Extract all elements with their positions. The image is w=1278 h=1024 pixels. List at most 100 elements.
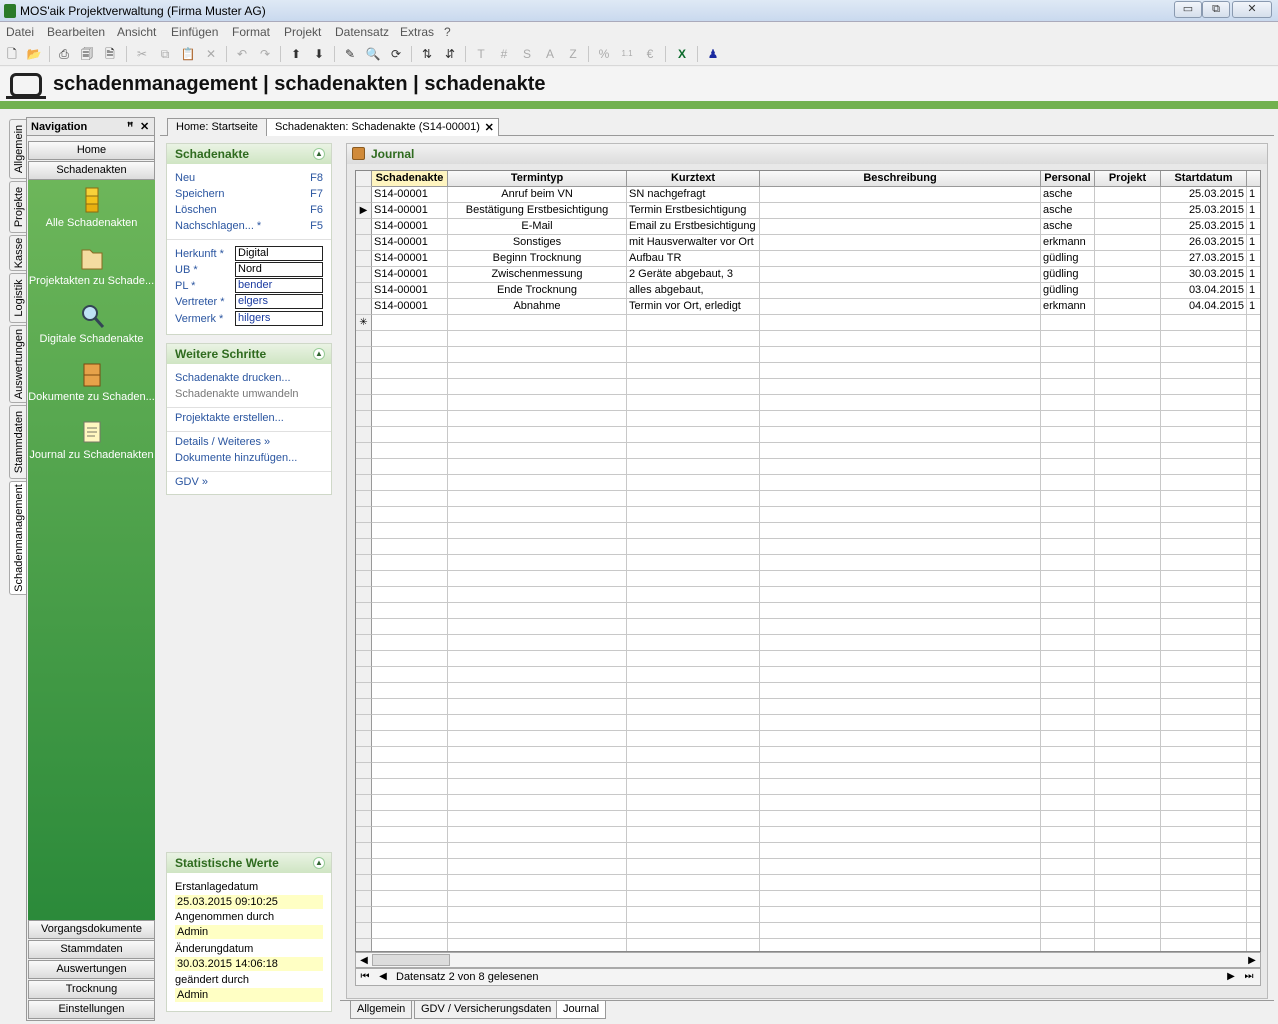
empty-cell[interactable] [760,491,1041,507]
empty-cell[interactable] [760,667,1041,683]
delete-icon[interactable]: ✕ [202,45,220,63]
table-cell[interactable]: Aufbau TR [627,251,760,267]
action-loeschen[interactable]: Löschen [175,204,217,216]
empty-cell[interactable] [1247,715,1260,731]
empty-cell[interactable] [627,571,760,587]
table-cell[interactable]: Email zu Erstbesichtigung [627,219,760,235]
empty-cell[interactable] [1041,507,1095,523]
empty-cell[interactable] [1161,907,1247,923]
empty-cell[interactable] [1041,315,1095,331]
nav-auswertungen-button[interactable]: Auswertungen [28,960,155,979]
last-record-icon[interactable]: ⏭ [1242,970,1256,984]
empty-cell[interactable] [1161,699,1247,715]
row-indicator[interactable] [356,667,372,683]
empty-cell[interactable] [1247,587,1260,603]
letter-s-icon[interactable]: S [518,45,536,63]
row-indicator[interactable] [356,187,372,203]
empty-cell[interactable] [760,619,1041,635]
empty-cell[interactable] [1247,843,1260,859]
empty-cell[interactable] [1247,923,1260,939]
empty-cell[interactable] [1247,635,1260,651]
table-cell[interactable]: 03.04.2015 [1161,283,1247,299]
row-indicator[interactable] [356,619,372,635]
empty-cell[interactable] [1095,411,1161,427]
empty-cell[interactable] [1041,747,1095,763]
journal-grid[interactable]: Schadenakte Termintyp Kurztext Beschreibung… [355,170,1261,952]
table-cell[interactable] [1095,203,1161,219]
empty-cell[interactable] [372,331,448,347]
column-header[interactable]: Termintyp [448,171,627,187]
row-indicator[interactable] [356,795,372,811]
link-projektakte-erstellen[interactable]: Projektakte erstellen... [175,412,284,424]
empty-cell[interactable] [1161,859,1247,875]
empty-cell[interactable] [1095,715,1161,731]
empty-cell[interactable] [372,699,448,715]
table-cell[interactable]: S14-00001 [372,283,448,299]
nav-schadenakten-button[interactable]: Schadenakten [28,161,155,180]
table-cell[interactable]: 1 [1247,299,1260,315]
nav-item-dokumente[interactable]: Dokumente zu Schaden... [28,360,155,403]
search-icon[interactable]: 🔍 [364,45,382,63]
table-cell[interactable]: Anruf beim VN [448,187,627,203]
empty-cell[interactable] [1161,715,1247,731]
empty-cell[interactable] [448,315,627,331]
table-cell[interactable]: asche [1041,219,1095,235]
table-cell[interactable] [1095,187,1161,203]
empty-cell[interactable] [448,779,627,795]
table-cell[interactable]: 25.03.2015 [1161,219,1247,235]
close-icon[interactable]: ✕ [140,120,149,133]
table-cell[interactable]: 30.03.2015 [1161,267,1247,283]
empty-cell[interactable] [1095,443,1161,459]
percent-icon[interactable]: % [595,45,613,63]
table-cell[interactable]: S14-00001 [372,219,448,235]
empty-cell[interactable] [1095,395,1161,411]
empty-cell[interactable] [372,539,448,555]
empty-cell[interactable] [372,907,448,923]
menu-ansicht[interactable]: Ansicht [117,25,156,39]
empty-cell[interactable] [1095,331,1161,347]
vtab-stammdaten[interactable]: Stammdaten [9,405,27,479]
empty-cell[interactable] [627,539,760,555]
column-header[interactable]: Personal [1041,171,1095,187]
row-indicator[interactable] [356,651,372,667]
empty-cell[interactable] [1247,619,1260,635]
row-indicator[interactable] [356,923,372,939]
column-header[interactable]: Kurztext [627,171,760,187]
empty-cell[interactable] [760,587,1041,603]
tab-home-startseite[interactable]: Home: Startseite [167,118,267,136]
empty-cell[interactable] [1247,555,1260,571]
table-cell[interactable]: 25.03.2015 [1161,203,1247,219]
empty-cell[interactable] [1247,363,1260,379]
empty-cell[interactable] [448,619,627,635]
empty-cell[interactable] [372,379,448,395]
empty-cell[interactable] [760,507,1041,523]
empty-cell[interactable] [372,843,448,859]
empty-cell[interactable] [1095,763,1161,779]
column-header[interactable]: Projekt [1095,171,1161,187]
empty-cell[interactable] [627,331,760,347]
empty-cell[interactable] [760,843,1041,859]
empty-cell[interactable] [760,331,1041,347]
empty-cell[interactable] [448,427,627,443]
empty-cell[interactable] [760,891,1041,907]
empty-cell[interactable] [1247,379,1260,395]
empty-cell[interactable] [1095,843,1161,859]
empty-cell[interactable] [760,907,1041,923]
empty-cell[interactable] [760,411,1041,427]
empty-cell[interactable] [1247,603,1260,619]
row-indicator[interactable] [356,475,372,491]
vtab-projekte[interactable]: Projekte [9,181,27,233]
empty-cell[interactable] [1041,379,1095,395]
empty-cell[interactable] [1161,363,1247,379]
empty-cell[interactable] [372,875,448,891]
vermerk-field[interactable]: hilgers [235,311,323,326]
table-cell[interactable]: güdling [1041,267,1095,283]
empty-cell[interactable] [1247,571,1260,587]
empty-cell[interactable] [448,411,627,427]
empty-cell[interactable] [1247,491,1260,507]
table-cell[interactable]: E-Mail [448,219,627,235]
tab-journal[interactable]: Journal [556,1001,607,1019]
empty-cell[interactable] [1161,635,1247,651]
empty-cell[interactable] [627,427,760,443]
empty-cell[interactable] [1041,635,1095,651]
